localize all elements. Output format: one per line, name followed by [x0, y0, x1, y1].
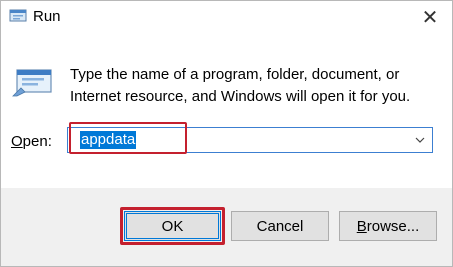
close-icon: ✕ — [421, 6, 439, 29]
open-label-text: pen: — [22, 133, 52, 150]
open-label-accelerator: O — [11, 133, 23, 150]
browse-button-label: rowse... — [366, 217, 420, 235]
run-app-icon — [9, 8, 27, 24]
run-app-icon — [12, 66, 54, 98]
run-dialog: Run ✕ Type the name of a program, folder… — [0, 0, 453, 267]
cancel-button-label: Cancel — [256, 217, 304, 235]
cancel-button[interactable]: Cancel — [231, 211, 329, 241]
ok-highlight-annotation — [120, 207, 225, 245]
dialog-description: Type the name of a program, folder, docu… — [70, 66, 411, 105]
title-bar[interactable]: Run ✕ — [1, 1, 452, 33]
close-button[interactable]: ✕ — [408, 1, 452, 33]
input-highlight-annotation — [69, 122, 187, 154]
dialog-content: Type the name of a program, folder, docu… — [1, 33, 452, 188]
browse-button-accelerator: B — [356, 217, 367, 235]
browse-button[interactable]: Browse... — [339, 211, 437, 241]
open-label: Open: — [11, 131, 52, 153]
window-title: Run — [33, 8, 61, 25]
chevron-down-icon[interactable] — [412, 132, 428, 148]
